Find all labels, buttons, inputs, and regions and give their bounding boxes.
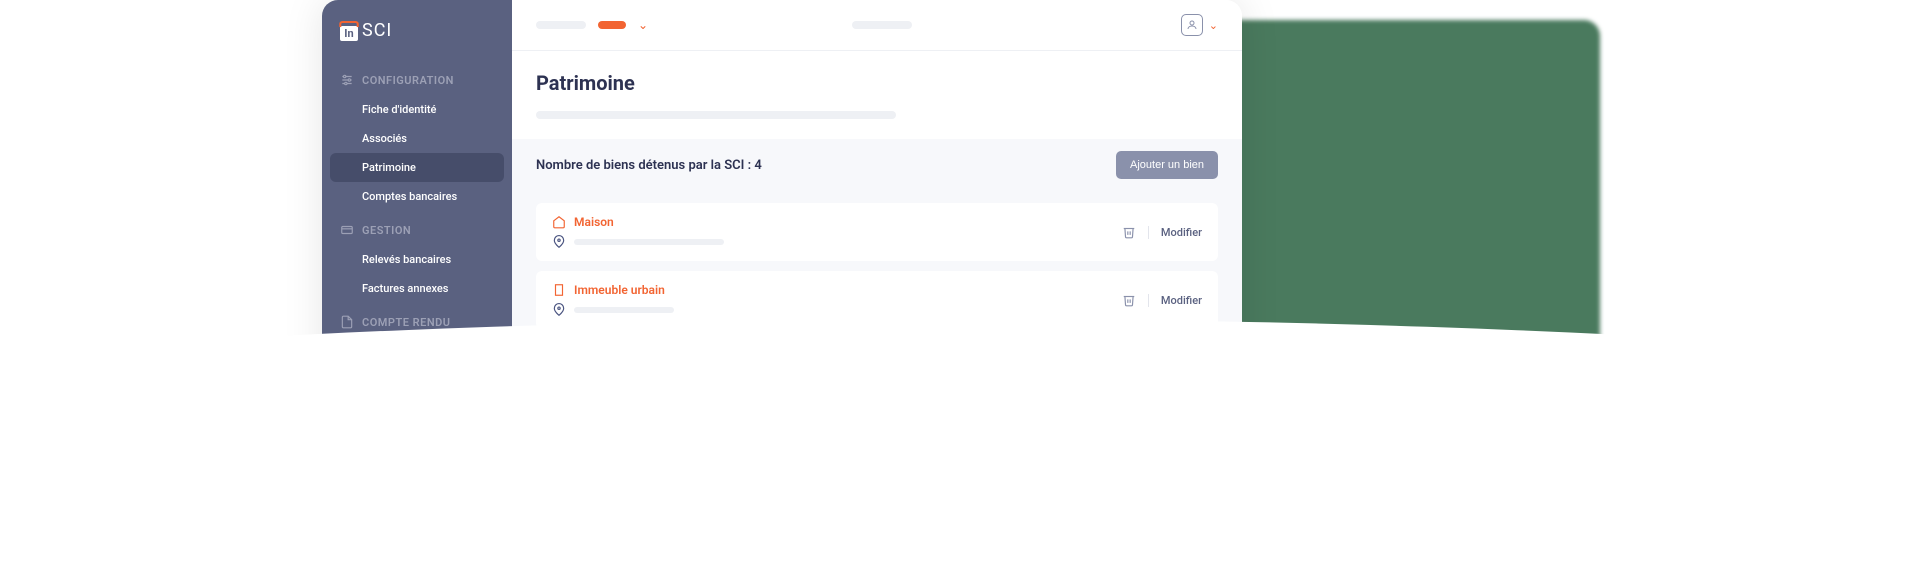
roof-icon [339, 21, 359, 27]
nav-header-configuration: CONFIGURATION [322, 65, 512, 95]
skeleton-breadcrumb [536, 21, 586, 29]
building-icon [552, 283, 566, 297]
logo: In SCI [322, 20, 512, 65]
sidebar-item-factures-annexes[interactable]: Factures annexes [322, 274, 512, 303]
modify-button[interactable]: Modifier [1148, 294, 1202, 307]
sidebar-item-associes[interactable]: Associés [322, 124, 512, 153]
location-icon [552, 303, 566, 317]
sidebar-item-patrimoine[interactable]: Patrimoine [330, 153, 504, 182]
property-name: Maison [574, 215, 614, 229]
card-icon [340, 223, 354, 237]
chevron-down-icon[interactable]: ⌄ [1209, 19, 1218, 32]
property-name: Immeuble urbain [574, 283, 665, 297]
sidebar-item-fiche-identite[interactable]: Fiche d'identité [322, 95, 512, 124]
property-count: Nombre de biens détenus par la SCI : 4 [536, 158, 762, 173]
skeleton-subtitle [536, 111, 896, 119]
modify-button[interactable]: Modifier [1148, 226, 1202, 239]
logo-in: In [340, 26, 357, 41]
trash-icon[interactable] [1122, 225, 1136, 239]
nav-header-gestion: GESTION [322, 215, 512, 245]
user-menu[interactable] [1181, 14, 1203, 36]
property-card: Maison Modifier [536, 203, 1218, 261]
skeleton-address [574, 239, 724, 245]
add-property-button[interactable]: Ajouter un bien [1116, 151, 1218, 179]
sliders-icon [340, 73, 354, 87]
house-icon [552, 215, 566, 229]
trash-icon[interactable] [1122, 293, 1136, 307]
list-header: Nombre de biens détenus par la SCI : 4 A… [512, 139, 1242, 191]
location-icon [552, 235, 566, 249]
user-icon [1186, 19, 1198, 31]
document-icon [340, 315, 354, 329]
logo-sci: SCI [362, 20, 392, 41]
sidebar-item-comptes-bancaires[interactable]: Comptes bancaires [322, 182, 512, 211]
page-title: Patrimoine [536, 71, 1218, 95]
active-breadcrumb[interactable] [598, 21, 626, 29]
topbar: ⌄ ⌄ [512, 0, 1242, 51]
skeleton-address [574, 307, 674, 313]
sidebar-item-releves-bancaires[interactable]: Relevés bancaires [322, 245, 512, 274]
skeleton-pill [852, 21, 912, 29]
chevron-down-icon[interactable]: ⌄ [638, 18, 648, 32]
